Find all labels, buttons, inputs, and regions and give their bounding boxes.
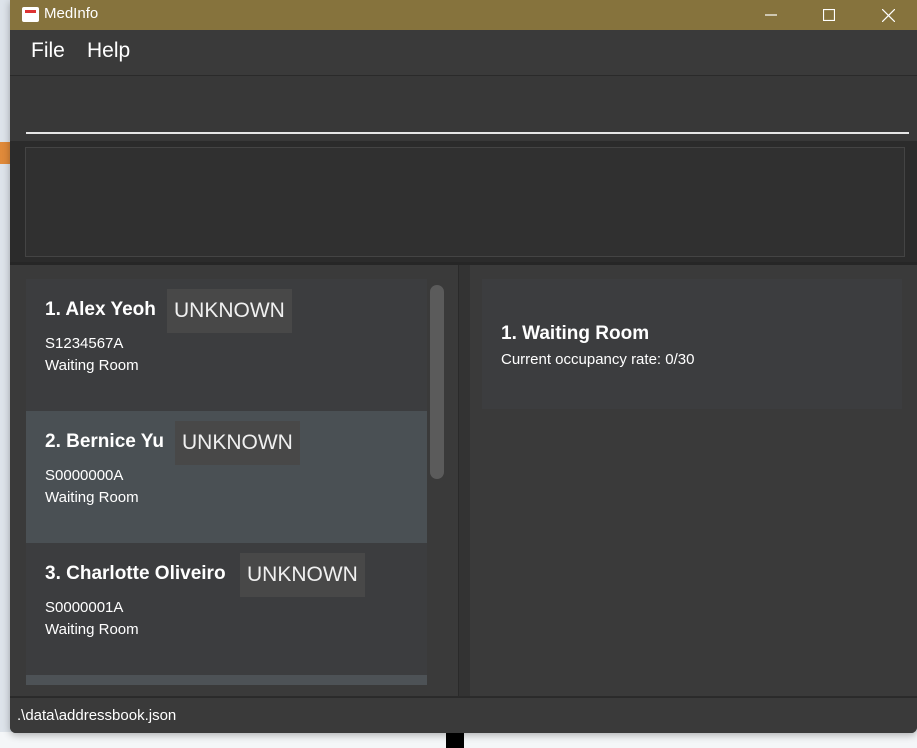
maximize-icon: [823, 9, 835, 21]
patient-card[interactable]: 2. Bernice Yu UNKNOWN S0000000A Waiting …: [26, 411, 427, 543]
menu-help[interactable]: Help: [87, 39, 130, 63]
minimize-icon: [765, 14, 777, 16]
result-display[interactable]: [25, 147, 905, 257]
save-location: .\data\addressbook.json: [17, 707, 177, 724]
app-window: MedInfo File Help 1. Alex Yeoh UNKNOWN S…: [10, 0, 917, 733]
background-tab-fragment: [0, 142, 10, 164]
patient-card[interactable]: 1. Alex Yeoh UNKNOWN S1234567A Waiting R…: [26, 279, 427, 411]
app-icon: [22, 7, 39, 22]
ward-name: 1. Waiting Room: [501, 323, 650, 344]
minimize-button[interactable]: [742, 0, 800, 30]
patient-card[interactable]: 3. Charlotte Oliveiro UNKNOWN S0000001A …: [26, 543, 427, 675]
patient-nric: S0000001A: [45, 599, 124, 616]
title-bar[interactable]: MedInfo: [10, 0, 917, 30]
patient-location: Waiting Room: [45, 489, 139, 506]
status-bar: .\data\addressbook.json: [10, 697, 917, 733]
patient-name: 2. Bernice Yu: [45, 431, 164, 452]
menu-file[interactable]: File: [31, 39, 65, 63]
ward-occupancy: Current occupancy rate: 0/30: [501, 351, 695, 368]
status-badge: UNKNOWN: [167, 289, 292, 333]
patient-nric: S0000000A: [45, 467, 124, 484]
patient-location: Waiting Room: [45, 357, 139, 374]
patient-name: 3. Charlotte Oliveiro: [45, 563, 226, 584]
maximize-button[interactable]: [800, 0, 858, 30]
patient-location: Waiting Room: [45, 621, 139, 638]
ward-card[interactable]: 1. Waiting Room Current occupancy rate: …: [482, 279, 902, 409]
command-input[interactable]: [26, 76, 909, 134]
window-title: MedInfo: [44, 5, 99, 22]
patient-nric: S1234567A: [45, 335, 124, 352]
patient-card-partial[interactable]: [26, 675, 427, 685]
ward-list-panel: 1. Waiting Room Current occupancy rate: …: [470, 265, 917, 696]
patient-list-panel: 1. Alex Yeoh UNKNOWN S1234567A Waiting R…: [10, 265, 458, 696]
status-badge: UNKNOWN: [240, 553, 365, 597]
close-button[interactable]: [859, 0, 917, 30]
patient-name: 1. Alex Yeoh: [45, 299, 156, 320]
patient-list-scrollbar[interactable]: [430, 285, 444, 479]
close-icon: [881, 8, 895, 22]
command-box: [10, 76, 917, 141]
background-block: [446, 732, 464, 748]
status-badge: UNKNOWN: [175, 421, 300, 465]
menu-bar: File Help: [10, 30, 917, 76]
